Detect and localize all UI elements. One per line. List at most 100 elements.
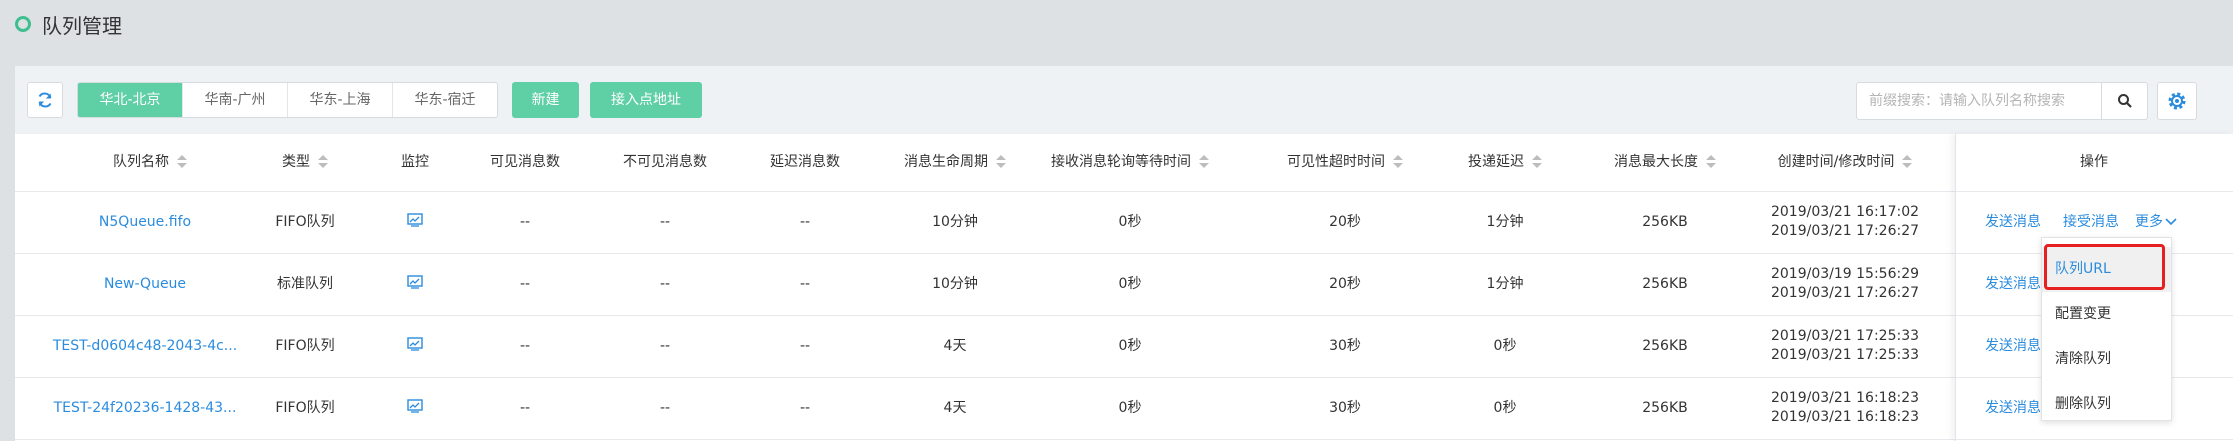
cell-visibility-timeout: 30秒: [1329, 400, 1361, 416]
header-polling-label: 接收消息轮询等待时间: [1051, 154, 1191, 170]
endpoint-address-button[interactable]: 接入点地址: [590, 82, 702, 118]
region-tab-guangzhou[interactable]: 华南-广州: [183, 83, 288, 117]
send-message-link[interactable]: 发送消息: [1985, 254, 2041, 315]
menu-item-purge-queue[interactable]: 清除队列: [2042, 337, 2171, 382]
cell-type: FIFO队列: [275, 214, 335, 230]
cell-polling-wait: 0秒: [1118, 338, 1142, 354]
cell-invisible-count: --: [659, 400, 671, 416]
modified-time: 2019/03/21 17:25:33: [1770, 347, 1920, 363]
new-queue-button[interactable]: 新建: [512, 82, 579, 118]
sort-icon[interactable]: [1393, 155, 1403, 169]
title-dot-icon: [15, 16, 31, 32]
queue-panel: 华北-北京 华南-广州 华东-上海 华东-宿迁 新建 接入点地址 队列名: [15, 66, 2233, 441]
sort-icon[interactable]: [177, 155, 187, 169]
cell-visible-count: --: [519, 400, 531, 416]
created-time: 2019/03/21 16:17:02: [1770, 204, 1920, 220]
chart-icon[interactable]: [407, 399, 423, 413]
header-time[interactable]: 创建时间/修改时间: [1755, 134, 1935, 191]
region-tab-shanghai[interactable]: 华东-上海: [288, 83, 393, 117]
cell-queue-name[interactable]: TEST-24f20236-1428-43...: [15, 378, 275, 439]
sort-icon[interactable]: [996, 155, 1006, 169]
menu-item-delete-queue[interactable]: 删除队列: [2042, 382, 2171, 427]
page-header: 队列管理: [0, 0, 2233, 52]
header-max-length-label: 消息最大长度: [1614, 154, 1698, 170]
search-box: [1856, 82, 2148, 120]
page-title: 队列管理: [42, 14, 122, 38]
header-monitor: 监控: [401, 154, 429, 170]
cell-invisible-count: --: [659, 276, 671, 292]
table-row: New-Queue 标准队列 -- -- -- 10分钟 0秒 20秒 1分钟 256KB 201…: [15, 254, 2233, 316]
header-ops: 操作: [2080, 154, 2108, 170]
send-message-link[interactable]: 发送消息: [1985, 378, 2041, 439]
region-tab-beijing[interactable]: 华北-北京: [78, 83, 183, 117]
refresh-button[interactable]: [27, 82, 63, 118]
sort-icon[interactable]: [1199, 155, 1209, 169]
cell-queue-name[interactable]: N5Queue.fifo: [15, 192, 275, 253]
toolbar: 华北-北京 华南-广州 华东-上海 华东-宿迁 新建 接入点地址: [15, 66, 2233, 134]
header-type[interactable]: 类型: [255, 134, 355, 191]
cell-polling-wait: 0秒: [1118, 400, 1142, 416]
highlight-box: [2044, 244, 2165, 290]
header-time-label: 创建时间/修改时间: [1777, 154, 1895, 170]
header-lifecycle-label: 消息生命周期: [904, 154, 988, 170]
settings-button[interactable]: [2157, 82, 2197, 120]
header-name[interactable]: 队列名称: [65, 134, 235, 191]
sort-icon[interactable]: [1706, 155, 1716, 169]
cell-type: FIFO队列: [275, 338, 335, 354]
monitor-cell: [385, 378, 445, 439]
cell-delayed-count: --: [799, 214, 811, 230]
cell-delivery-delay: 0秒: [1493, 400, 1517, 416]
cell-max-length: 256KB: [1642, 400, 1688, 416]
search-button[interactable]: [2101, 83, 2148, 119]
cell-delayed-count: --: [799, 338, 811, 354]
header-visible: 可见消息数: [490, 154, 560, 170]
send-message-link[interactable]: 发送消息: [1985, 192, 2041, 253]
cell-type: 标准队列: [277, 276, 333, 292]
monitor-cell: [385, 316, 445, 377]
chart-icon[interactable]: [407, 213, 423, 227]
monitor-cell: [385, 254, 445, 315]
cell-queue-name[interactable]: TEST-d0604c48-2043-4c...: [15, 316, 275, 377]
cell-visible-count: --: [519, 338, 531, 354]
cell-queue-name[interactable]: New-Queue: [15, 254, 275, 315]
header-delayed: 延迟消息数: [770, 154, 840, 170]
header-visibility-timeout[interactable]: 可见性超时时间: [1245, 134, 1445, 191]
more-dropdown-menu: 队列URL 配置变更 清除队列 删除队列: [2041, 237, 2172, 421]
sort-icon[interactable]: [1902, 155, 1913, 169]
created-time: 2019/03/21 16:18:23: [1770, 390, 1920, 406]
header-polling[interactable]: 接收消息轮询等待时间: [1015, 134, 1245, 191]
cell-max-length: 256KB: [1642, 338, 1688, 354]
cell-time: 2019/03/21 16:17:02 2019/03/21 17:26:27: [1755, 192, 1935, 253]
created-time: 2019/03/21 17:25:33: [1770, 328, 1920, 344]
modified-time: 2019/03/21 17:26:27: [1770, 223, 1920, 239]
chevron-down-icon: [2165, 218, 2177, 226]
header-max-length[interactable]: 消息最大长度: [1575, 134, 1755, 191]
sort-icon[interactable]: [1532, 155, 1542, 169]
header-delivery-delay-label: 投递延迟: [1468, 154, 1524, 170]
gear-icon: [2168, 92, 2186, 110]
search-input[interactable]: [1857, 83, 2099, 119]
cell-max-length: 256KB: [1642, 276, 1688, 292]
header-visibility-timeout-label: 可见性超时时间: [1287, 154, 1385, 170]
chart-icon[interactable]: [407, 337, 423, 351]
table-header: 队列名称 类型 监控 可见消息数 不可见消息数 延迟消息数 消息生命周期 接收消…: [15, 134, 2233, 192]
cell-visibility-timeout: 20秒: [1329, 214, 1361, 230]
send-message-link[interactable]: 发送消息: [1985, 316, 2041, 377]
cell-time: 2019/03/19 15:56:29 2019/03/21 17:26:27: [1755, 254, 1935, 315]
region-tab-suqian[interactable]: 华东-宿迁: [393, 83, 497, 117]
header-delivery-delay[interactable]: 投递延迟: [1435, 134, 1575, 191]
sort-icon[interactable]: [318, 155, 328, 169]
cell-delayed-count: --: [799, 276, 811, 292]
cell-visible-count: --: [519, 276, 531, 292]
chart-icon[interactable]: [407, 275, 423, 289]
menu-item-config-change[interactable]: 配置变更: [2042, 292, 2171, 337]
cell-polling-wait: 0秒: [1118, 276, 1142, 292]
cell-invisible-count: --: [659, 214, 671, 230]
cell-time: 2019/03/21 17:25:33 2019/03/21 17:25:33: [1755, 316, 1935, 377]
refresh-icon: [38, 92, 52, 108]
monitor-cell: [385, 192, 445, 253]
modified-time: 2019/03/21 16:18:23: [1770, 409, 1920, 425]
table-row: TEST-24f20236-1428-43... FIFO队列 -- -- -- 4天 0秒…: [15, 378, 2233, 440]
modified-time: 2019/03/21 17:26:27: [1770, 285, 1920, 301]
more-label: 更多: [2135, 214, 2163, 230]
